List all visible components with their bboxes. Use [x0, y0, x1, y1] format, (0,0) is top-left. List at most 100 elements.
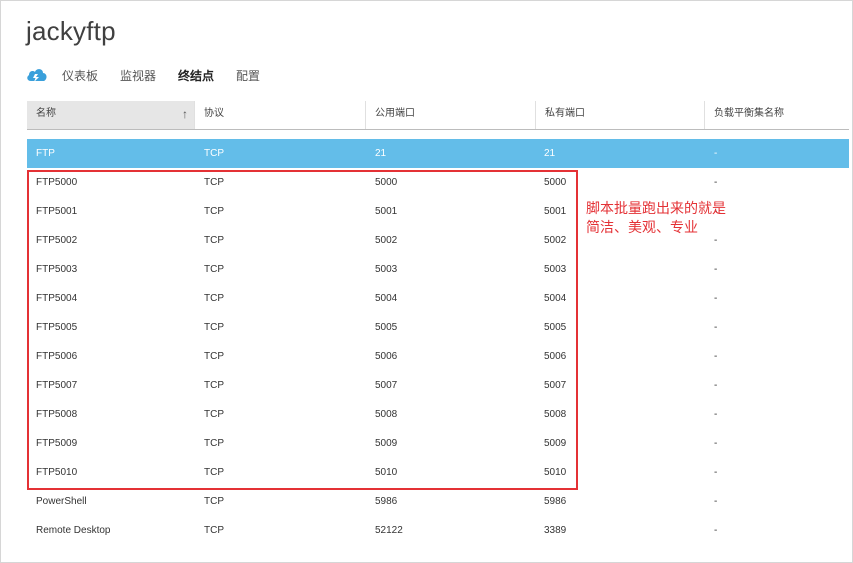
tab-configure[interactable]: 配置 — [236, 67, 260, 84]
cell-name: PowerShell — [36, 496, 87, 507]
cell-name: FTP5006 — [36, 351, 78, 362]
column-header-label: 协议 — [204, 108, 224, 119]
table-header: 名称 ↑ 协议 公用端口 私有端口 负载平衡集名称 — [27, 101, 849, 130]
cell-name: FTP5001 — [36, 206, 78, 217]
cell-public-port: 5000 — [375, 177, 398, 188]
table-row[interactable]: FTP5000 TCP 5000 5000 - — [27, 168, 849, 197]
cell-private-port: 5002 — [544, 235, 567, 246]
cell-name: FTP5007 — [36, 380, 78, 391]
table-row[interactable]: FTP5008 TCP 5008 5008 - — [27, 400, 849, 429]
table-row[interactable]: FTP5006 TCP 5006 5006 - — [27, 342, 849, 371]
cell-private-port: 5009 — [544, 438, 567, 449]
cell-protocol: TCP — [204, 148, 224, 159]
cell-private-port: 5010 — [544, 467, 567, 478]
table-row[interactable]: FTP5007 TCP 5007 5007 - — [27, 371, 849, 400]
cell-private-port: 21 — [544, 148, 556, 159]
cell-load-balanced-set: - — [714, 467, 718, 478]
cell-protocol: TCP — [204, 496, 224, 507]
column-header-public-port[interactable]: 公用端口 — [366, 101, 536, 129]
cell-load-balanced-set: - — [714, 351, 718, 362]
cell-name: FTP5004 — [36, 293, 78, 304]
cell-private-port: 5004 — [544, 293, 567, 304]
cell-public-port: 5010 — [375, 467, 398, 478]
cell-public-port: 5002 — [375, 235, 398, 246]
cell-protocol: TCP — [204, 293, 224, 304]
column-header-label: 名称 — [36, 108, 56, 119]
cell-public-port: 52122 — [375, 525, 403, 536]
cell-load-balanced-set: - — [714, 148, 718, 159]
cell-name: FTP — [36, 148, 55, 159]
table-row[interactable]: FTP5004 TCP 5004 5004 - — [27, 284, 849, 313]
cell-protocol: TCP — [204, 235, 224, 246]
cell-private-port: 5001 — [544, 206, 567, 217]
cell-private-port: 5986 — [544, 496, 567, 507]
cell-name: FTP5008 — [36, 409, 78, 420]
arrow-up-icon[interactable]: ↑ — [182, 101, 188, 127]
column-header-label: 负载平衡集名称 — [714, 108, 784, 119]
column-header-load-balanced-set[interactable]: 负载平衡集名称 — [705, 101, 849, 129]
cell-load-balanced-set: - — [714, 293, 718, 304]
cell-protocol: TCP — [204, 177, 224, 188]
cell-private-port: 5000 — [544, 177, 567, 188]
table-row[interactable]: FTP5009 TCP 5009 5009 - — [27, 429, 849, 458]
cell-public-port: 5003 — [375, 264, 398, 275]
cell-name: FTP5005 — [36, 322, 78, 333]
page-title: jackyftp — [26, 16, 116, 46]
annotation-text: 脚本批量跑出来的就是 简洁、美观、专业 — [586, 200, 726, 238]
cell-name: FTP5000 — [36, 177, 78, 188]
azure-cloud-icon[interactable] — [26, 67, 48, 83]
cell-public-port: 5008 — [375, 409, 398, 420]
column-header-name[interactable]: 名称 ↑ — [27, 101, 195, 129]
cell-load-balanced-set: - — [714, 525, 718, 536]
table-row[interactable]: FTP5010 TCP 5010 5010 - — [27, 458, 849, 487]
cell-public-port: 5986 — [375, 496, 398, 507]
cell-private-port: 5007 — [544, 380, 567, 391]
cell-public-port: 5001 — [375, 206, 398, 217]
cell-private-port: 3389 — [544, 525, 567, 536]
cell-load-balanced-set: - — [714, 438, 718, 449]
cell-private-port: 5003 — [544, 264, 567, 275]
cell-private-port: 5006 — [544, 351, 567, 362]
cell-protocol: TCP — [204, 322, 224, 333]
cell-name: Remote Desktop — [36, 525, 111, 536]
cell-name: FTP5002 — [36, 235, 78, 246]
cell-protocol: TCP — [204, 438, 224, 449]
cell-name: FTP5010 — [36, 467, 78, 478]
cell-protocol: TCP — [204, 409, 224, 420]
cell-name: FTP5009 — [36, 438, 78, 449]
cell-private-port: 5008 — [544, 409, 567, 420]
table-row[interactable]: PowerShell TCP 5986 5986 - — [27, 487, 849, 516]
tab-dashboard[interactable]: 仪表板 — [62, 67, 98, 84]
cell-load-balanced-set: - — [714, 322, 718, 333]
cell-protocol: TCP — [204, 206, 224, 217]
cell-load-balanced-set: - — [714, 380, 718, 391]
column-header-private-port[interactable]: 私有端口 — [536, 101, 705, 129]
cell-protocol: TCP — [204, 264, 224, 275]
cell-protocol: TCP — [204, 467, 224, 478]
cell-name: FTP5003 — [36, 264, 78, 275]
table-row[interactable]: Remote Desktop TCP 52122 3389 - — [27, 516, 849, 545]
cell-load-balanced-set: - — [714, 264, 718, 275]
column-header-label: 公用端口 — [375, 108, 415, 119]
table-row[interactable]: FTP5003 TCP 5003 5003 - — [27, 255, 849, 284]
tab-endpoints[interactable]: 终结点 — [178, 67, 214, 84]
tab-monitor[interactable]: 监视器 — [120, 67, 156, 84]
cell-protocol: TCP — [204, 351, 224, 362]
table-row[interactable]: FTP5005 TCP 5005 5005 - — [27, 313, 849, 342]
column-header-protocol[interactable]: 协议 — [195, 101, 366, 129]
cell-public-port: 5006 — [375, 351, 398, 362]
cell-public-port: 21 — [375, 148, 387, 159]
nav-bar: 仪表板 监视器 终结点 配置 — [26, 66, 282, 84]
cell-load-balanced-set: - — [714, 496, 718, 507]
annotation-line: 脚本批量跑出来的就是 — [586, 201, 726, 217]
cell-public-port: 5009 — [375, 438, 398, 449]
column-header-label: 私有端口 — [545, 108, 585, 119]
cell-protocol: TCP — [204, 380, 224, 391]
cell-protocol: TCP — [204, 525, 224, 536]
cell-load-balanced-set: - — [714, 409, 718, 420]
cell-load-balanced-set: - — [714, 177, 718, 188]
cell-public-port: 5005 — [375, 322, 398, 333]
cell-public-port: 5007 — [375, 380, 398, 391]
table-row[interactable]: FTP TCP 21 21 - — [27, 139, 849, 168]
cell-public-port: 5004 — [375, 293, 398, 304]
